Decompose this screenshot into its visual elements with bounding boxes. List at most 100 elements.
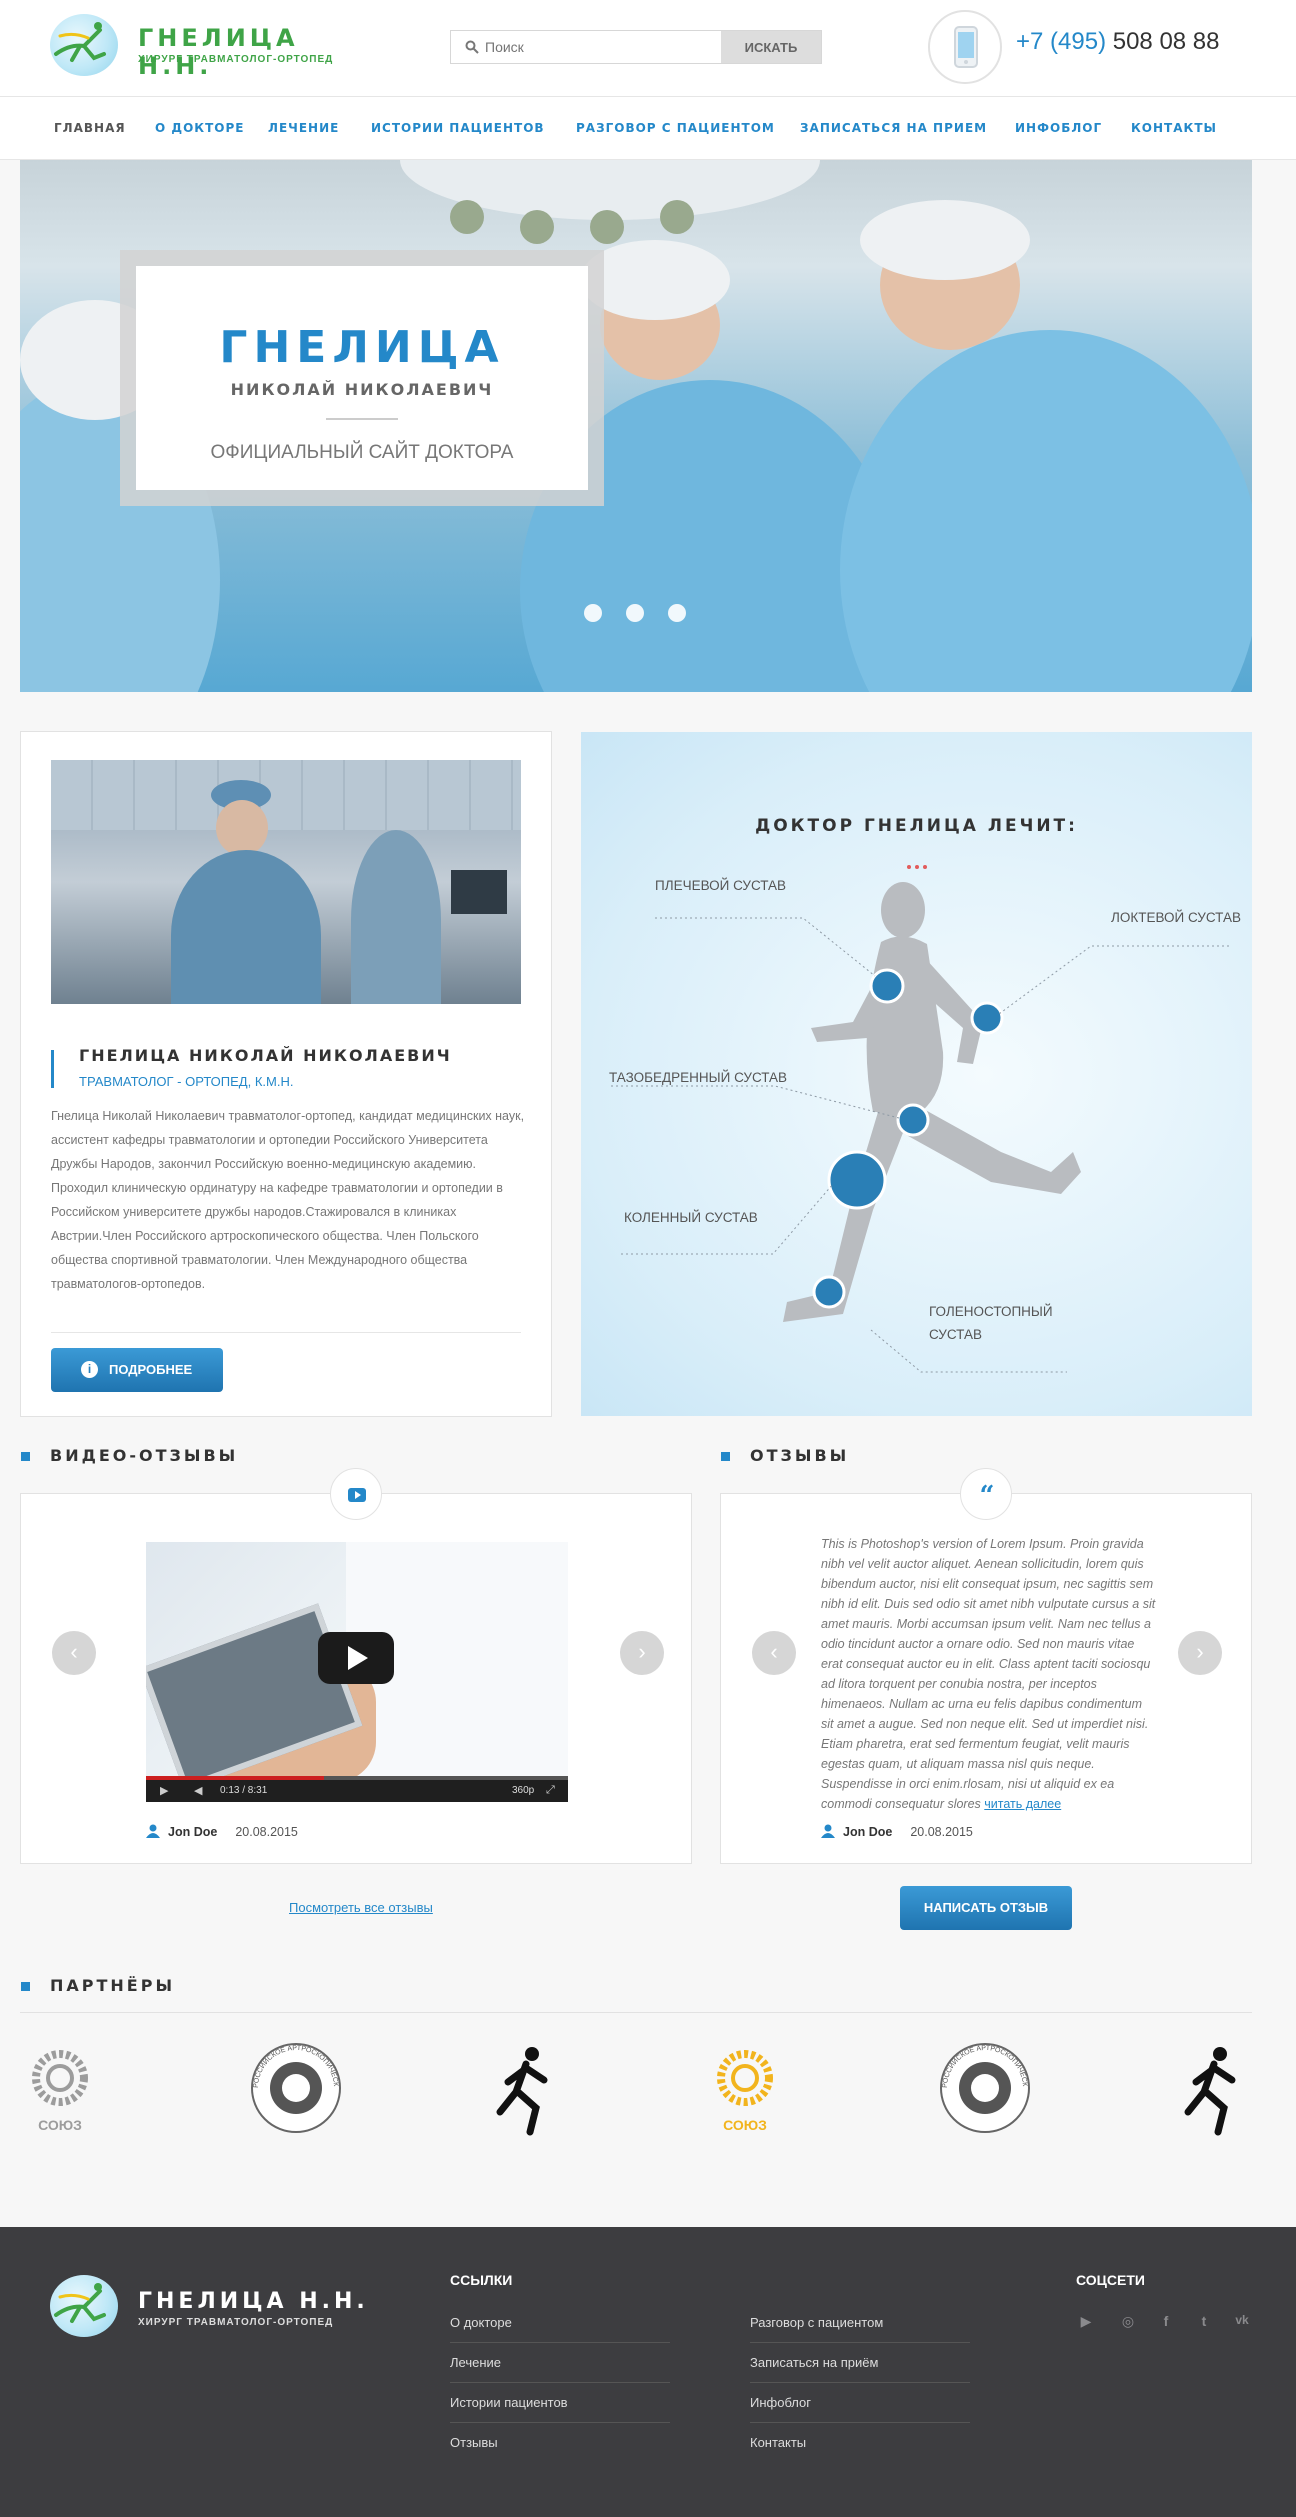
label-hip-joint[interactable]: ТАЗОБЕДРЕННЫЙ СУСТАВ (609, 1066, 787, 1089)
lamp-bulb (590, 210, 624, 244)
footer-link-stories[interactable]: Истории пациентов (450, 2383, 670, 2423)
review-author: Jon Doe (843, 1825, 893, 1839)
treatments-panel: ДОКТОР ГНЕЛИЦА ЛЕЧИТ: ПЛЕЧЕВОЙ СУСТАВ ЛО… (581, 732, 1252, 1416)
partner-soyuz-gray[interactable]: СОЮЗ (20, 2036, 100, 2146)
doctor-card: ГНЕЛИЦА НИКОЛАЙ НИКОЛАЕВИЧ ТРАВМАТОЛОГ -… (20, 731, 552, 1417)
tiled-wall (51, 760, 521, 830)
facebook-icon[interactable]: f (1156, 2313, 1176, 2331)
all-reviews-link[interactable]: Посмотреть все отзывы (289, 1900, 433, 1915)
user-icon (821, 1824, 835, 1838)
page: ГНЕЛИЦА Н.Н. ХИРУРГ ТРАВМАТОЛОГ-ОРТОПЕД … (0, 0, 1296, 2517)
video-player[interactable]: ▶ ◀ 0:13 / 8:31 360p ⤢ (146, 1542, 568, 1802)
arthroscopy-logo-icon: РОССИЙСКОЕ АРТРОСКОПИЧЕСКОЕ ОБЩЕСТВО (930, 2031, 1030, 2133)
reviews-title: ОТЗЫВЫ (750, 1446, 850, 1465)
hero-fullname: НИКОЛАЙ НИКОЛАЕВИЧ (230, 380, 494, 399)
doctor-name: ГНЕЛИЦА НИКОЛАЙ НИКОЛАЕВИЧ (79, 1046, 452, 1065)
youtube-icon[interactable]: ▶ (1076, 2313, 1096, 2331)
partner-soyuz-yellow[interactable]: СОЮЗ (705, 2036, 785, 2146)
volume-icon[interactable]: ◀ (194, 1784, 202, 1797)
video-review-meta: Jon Doe 20.08.2015 (146, 1824, 298, 1839)
phone-code: +7 (495) (1016, 28, 1107, 55)
nav-item-appointment[interactable]: ЗАПИСАТЬСЯ НА ПРИЕМ (800, 121, 987, 135)
hero-slider: ГНЕЛИЦА НИКОЛАЙ НИКОЛАЕВИЧ ОФИЦИАЛЬНЫЙ С… (20, 160, 1252, 692)
surgeon-gown (840, 330, 1252, 692)
video-review-date: 20.08.2015 (235, 1825, 298, 1839)
nav-item-about[interactable]: О ДОКТОРЕ (155, 121, 244, 135)
phone-badge (928, 10, 1002, 84)
nav-item-contacts[interactable]: КОНТАКТЫ (1131, 121, 1217, 135)
play-icon (348, 1646, 368, 1670)
footer-link-treatment[interactable]: Лечение (450, 2343, 670, 2383)
nav-item-patient-talk[interactable]: РАЗГОВОР С ПАЦИЕНТОМ (576, 121, 775, 135)
review-body: This is Photoshop's version of Lorem Ips… (821, 1537, 1156, 1811)
logo[interactable]: ГНЕЛИЦА Н.Н. ХИРУРГ ТРАВМАТОЛОГ-ОРТОПЕД (50, 14, 350, 80)
partner-arthroscopy-society[interactable]: РОССИЙСКОЕ АРТРОСКОПИЧЕСКОЕ ОБЩЕСТВО (241, 2031, 348, 2146)
footer-link-about[interactable]: О докторе (450, 2303, 670, 2343)
sun-logo-icon: СОЮЗ (32, 2050, 88, 2133)
svg-text:“: “ (980, 1481, 995, 1511)
nav-item-treatment[interactable]: ЛЕЧЕНИЕ (268, 121, 339, 135)
phone-digits: 508 08 88 (1112, 28, 1220, 55)
next-video-arrow[interactable]: › (620, 1631, 664, 1675)
hero-caption: ГНЕЛИЦА НИКОЛАЙ НИКОЛАЕВИЧ ОФИЦИАЛЬНЫЙ С… (136, 266, 588, 490)
phone-number[interactable]: +7 (495) 508 08 88 (1016, 28, 1220, 56)
vk-icon[interactable]: vk (1228, 2313, 1256, 2331)
search-box: ИСКАТЬ (450, 30, 822, 64)
hero-tagline: ОФИЦИАЛЬНЫЙ САЙТ ДОКТОРА (210, 442, 514, 463)
player-quality[interactable]: 360p (512, 1785, 534, 1796)
runner-logo-icon (54, 2283, 106, 2323)
hero-name: ГНЕЛИЦА (219, 322, 505, 373)
runner-icon (1184, 2047, 1236, 2136)
doctor-title: ТРАВМАТОЛОГ - ОРТОПЕД, К.М.Н. (79, 1074, 294, 1089)
label-knee-joint[interactable]: КОЛЕННЫЙ СУСТАВ (624, 1206, 758, 1229)
footer-link-reviews[interactable]: Отзывы (450, 2423, 670, 2463)
player-time: 0:13 / 8:31 (220, 1785, 268, 1796)
search-input[interactable] (485, 31, 721, 63)
nav-item-patient-stories[interactable]: ИСТОРИИ ПАЦИЕНТОВ (371, 121, 545, 135)
video-review-author: Jon Doe (168, 1825, 218, 1839)
footer-social-title: СОЦСЕТИ (1076, 2272, 1145, 2288)
video-reviews-panel: ▶ ◀ 0:13 / 8:31 360p ⤢ ‹ › Jon Doe 20.08.… (20, 1493, 692, 1864)
play-small-icon[interactable]: ▶ (160, 1784, 168, 1797)
partner-arthroscopy-society[interactable]: РОССИЙСКОЕ АРТРОСКОПИЧЕСКОЕ ОБЩЕСТВО (930, 2031, 1037, 2146)
slider-dot[interactable] (584, 604, 602, 622)
doctor-scrubs (171, 850, 321, 1004)
instagram-icon[interactable]: ◎ (1118, 2313, 1138, 2331)
label-ankle-joint[interactable]: ГОЛЕНОСТОПНЫЙ СУСТАВ (929, 1300, 1053, 1346)
prev-review-arrow[interactable]: ‹ (752, 1631, 796, 1675)
logo-title: ГНЕЛИЦА Н.Н. (138, 24, 299, 80)
footer-link-patient-talk[interactable]: Разговор с пациентом (750, 2303, 970, 2343)
label-elbow-joint[interactable]: ЛОКТЕВОЙ СУСТАВ (1111, 906, 1241, 929)
footer-link-contacts[interactable]: Контакты (750, 2423, 970, 2463)
search-button[interactable]: ИСКАТЬ (721, 31, 821, 63)
twitter-icon[interactable]: t (1194, 2313, 1214, 2331)
footer-link-infoblog[interactable]: Инфоблог (750, 2383, 970, 2423)
more-button[interactable]: i ПОДРОБНЕЕ (51, 1348, 223, 1392)
footer-logo[interactable]: ГНЕЛИЦА Н.Н. ХИРУРГ ТРАВМАТОЛОГ-ОРТОПЕД (50, 2275, 370, 2345)
footer-links-title: ССЫЛКИ (450, 2272, 513, 2288)
write-review-button[interactable]: НАПИСАТЬ ОТЗЫВ (900, 1886, 1072, 1930)
read-more-link[interactable]: читать далее (984, 1797, 1061, 1811)
review-date: 20.08.2015 (910, 1825, 973, 1839)
slider-dot[interactable] (626, 604, 644, 622)
prev-video-arrow[interactable]: ‹ (52, 1631, 96, 1675)
lamp-bulb (450, 200, 484, 234)
footer-link-appointment[interactable]: Записаться на приём (750, 2343, 970, 2383)
partner-runner-1[interactable] (478, 2036, 568, 2146)
slider-dot[interactable] (668, 604, 686, 622)
nav-item-infoblog[interactable]: ИНФОБЛОГ (1015, 121, 1102, 135)
surgeon-cap (860, 200, 1030, 280)
svg-text:СОЮЗ: СОЮЗ (38, 2117, 82, 2133)
play-button[interactable] (318, 1632, 394, 1684)
info-icon: i (81, 1361, 98, 1378)
assistant (351, 830, 441, 1004)
fullscreen-icon[interactable]: ⤢ (546, 1784, 555, 1797)
partner-runner-2[interactable] (1166, 2036, 1252, 2146)
hero-caption-frame: ГНЕЛИЦА НИКОЛАЙ НИКОЛАЕВИЧ ОФИЦИАЛЬНЫЙ С… (120, 250, 604, 506)
next-review-arrow[interactable]: › (1178, 1631, 1222, 1675)
logo-subtitle: ХИРУРГ ТРАВМАТОЛОГ-ОРТОПЕД (138, 54, 334, 65)
label-shoulder-joint[interactable]: ПЛЕЧЕВОЙ СУСТАВ (655, 874, 786, 897)
section-marker (21, 1982, 30, 1991)
arthroscopy-logo-icon: РОССИЙСКОЕ АРТРОСКОПИЧЕСКОЕ ОБЩЕСТВО (241, 2031, 341, 2133)
nav-item-home[interactable]: ГЛАВНАЯ (54, 121, 126, 135)
